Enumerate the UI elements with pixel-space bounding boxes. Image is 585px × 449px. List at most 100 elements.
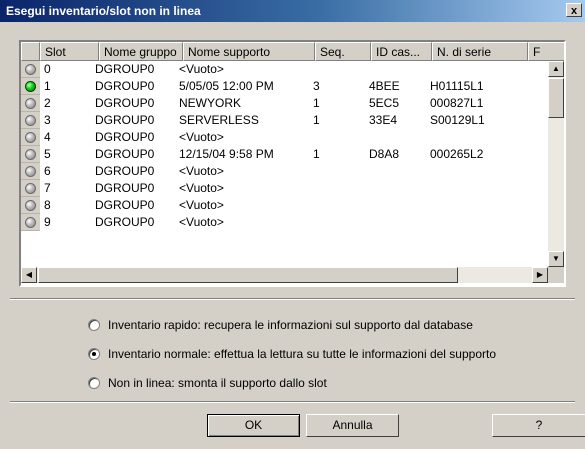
row-state-cell [21,78,40,95]
radio-offline[interactable] [88,377,100,389]
table-row[interactable]: 8 DGROUP0 <Vuoto> [21,197,548,214]
cell-serial: 000827L1 [430,96,484,110]
cell-media: 12/15/04 9:58 PM [179,147,274,161]
radio-dot-icon [92,352,96,356]
option-label: Non in linea: smonta il supporto dallo s… [108,376,327,390]
row-state-cell [21,61,40,78]
table-row[interactable]: 4 DGROUP0 <Vuoto> [21,129,548,146]
header-f[interactable]: F [528,42,564,61]
cell-seq: 1 [313,113,320,127]
row-state-cell [21,146,40,163]
row-state-cell [21,129,40,146]
ok-button[interactable]: OK [207,414,300,437]
cell-group: DGROUP0 [95,164,155,178]
grid-header: Slot Nome gruppo Nome supporto Seq. ID c… [21,42,564,61]
cell-slot: 0 [44,62,51,76]
cell-slot: 1 [44,79,51,93]
radio-normal-inventory[interactable] [88,348,100,360]
led-on-icon [25,81,36,92]
help-button[interactable]: ? [492,414,585,437]
table-row[interactable]: 6 DGROUP0 <Vuoto> [21,163,548,180]
cell-group: DGROUP0 [95,181,155,195]
row-state-cell [21,163,40,180]
horizontal-scrollbar[interactable]: ◀ ▶ [21,267,548,283]
close-button[interactable]: x [566,3,582,17]
cancel-button[interactable]: Annulla [306,414,399,437]
window-title: Esegui inventario/slot non in linea [6,4,201,18]
led-off-icon [25,149,36,160]
cell-slot: 9 [44,215,51,229]
led-off-icon [25,64,36,75]
horizontal-scroll-thumb[interactable] [38,267,458,283]
cell-serial: 000265L2 [430,147,484,161]
led-off-icon [25,217,36,228]
cell-serial: H01115L1 [430,79,484,93]
vertical-scrollbar[interactable]: ▲ ▼ [548,61,564,267]
cell-cas-id: 5EC5 [369,96,400,110]
header-cas-id[interactable]: ID cas... [371,42,432,61]
cell-group: DGROUP0 [95,62,155,76]
table-row[interactable]: 7 DGROUP0 <Vuoto> [21,180,548,197]
table-row[interactable]: 5 DGROUP0 12/15/04 9:58 PM 1 D8A8 000265L2 [21,146,548,163]
radio-quick-inventory[interactable] [88,319,100,331]
cell-group: DGROUP0 [95,130,155,144]
option-label: Inventario rapido: recupera le informazi… [108,318,473,332]
cell-slot: 4 [44,130,51,144]
scroll-left-button[interactable]: ◀ [21,267,37,283]
table-row[interactable]: 2 DGROUP0 NEWYORK 1 5EC5 000827L1 [21,95,548,112]
cell-group: DGROUP0 [95,147,155,161]
grid-rows: 0 DGROUP0 <Vuoto> 1 DGROUP0 5/05/05 12:00 PM 3… [21,61,548,267]
cell-group: DGROUP0 [95,96,155,110]
table-row[interactable]: 0 DGROUP0 <Vuoto> [21,61,548,78]
cell-cas-id: 33E4 [369,113,398,127]
cell-group: DGROUP0 [95,113,155,127]
close-icon: x [570,5,578,17]
cell-group: DGROUP0 [95,215,155,229]
led-off-icon [25,98,36,109]
cell-media: <Vuoto> [179,62,224,76]
cell-media: <Vuoto> [179,130,224,144]
led-off-icon [25,183,36,194]
arrow-right-icon: ▶ [536,270,544,279]
row-state-cell [21,197,40,214]
scroll-down-button[interactable]: ▼ [548,251,564,267]
inventory-options: Inventario rapido: recupera le informazi… [0,300,585,400]
cell-slot: 5 [44,147,51,161]
header-seq[interactable]: Seq. [315,42,371,61]
led-off-icon [25,200,36,211]
cell-serial: S00129L1 [430,113,485,127]
cell-media: 5/05/05 12:00 PM [179,79,274,93]
header-group[interactable]: Nome gruppo [99,42,183,61]
cell-slot: 3 [44,113,51,127]
scroll-up-button[interactable]: ▲ [548,61,564,77]
table-row[interactable]: 9 DGROUP0 <Vuoto> [21,214,548,231]
cell-media: <Vuoto> [179,215,224,229]
cell-slot: 7 [44,181,51,195]
cell-media: <Vuoto> [179,164,224,178]
slot-grid[interactable]: Slot Nome gruppo Nome supporto Seq. ID c… [19,40,566,287]
header-serial[interactable]: N. di serie [432,42,528,61]
cell-cas-id: D8A8 [369,147,400,161]
table-row[interactable]: 1 DGROUP0 5/05/05 12:00 PM 3 4BEE H01115L1 [21,78,548,95]
scroll-corner [548,267,564,283]
arrow-down-icon: ▼ [552,254,560,263]
header-media[interactable]: Nome supporto [183,42,315,61]
cell-seq: 3 [313,79,320,93]
row-state-cell [21,112,40,129]
header-state [21,42,40,61]
header-slot[interactable]: Slot [40,42,99,61]
row-state-cell [21,214,40,231]
cell-media: <Vuoto> [179,198,224,212]
vertical-scroll-thumb[interactable] [548,78,564,118]
table-row[interactable]: 3 DGROUP0 SERVERLESS 1 33E4 S00129L1 [21,112,548,129]
divider-bottom [10,401,575,403]
row-state-cell [21,180,40,197]
cell-seq: 1 [313,147,320,161]
cell-slot: 8 [44,198,51,212]
arrow-left-icon: ◀ [25,270,33,279]
led-off-icon [25,132,36,143]
scroll-right-button[interactable]: ▶ [532,267,548,283]
cell-media: NEWYORK [179,96,242,110]
cell-media: SERVERLESS [179,113,259,127]
led-off-icon [25,115,36,126]
